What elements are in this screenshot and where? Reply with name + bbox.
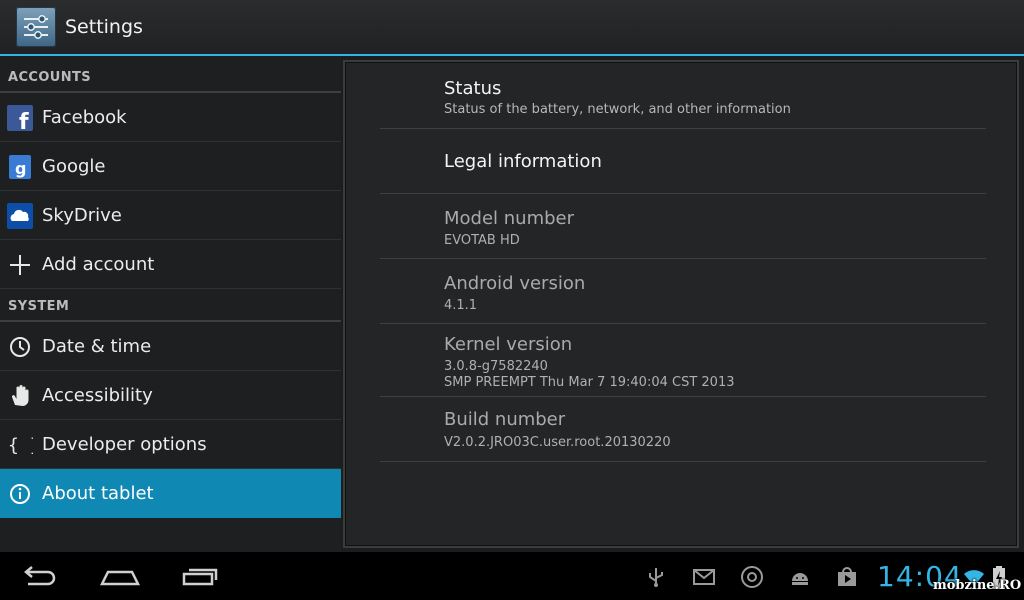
android-version-value: 4.1.1 [444, 298, 478, 313]
settings-sliders-icon[interactable] [16, 7, 56, 47]
sidebar-item-date-time[interactable]: Date & time [0, 322, 341, 371]
sidebar-item-accessibility[interactable]: Accessibility [0, 371, 341, 420]
sidebar-item-label: Date & time [42, 336, 152, 357]
legal-information-title: Legal information [444, 151, 602, 172]
sidebar-item-developer-options[interactable]: { } Developer options [0, 420, 341, 469]
google-icon: g [7, 154, 33, 180]
status-preference[interactable]: Status Status of the battery, network, a… [380, 62, 986, 129]
sidebar-item-skydrive[interactable]: SkyDrive [0, 191, 341, 240]
android-version-preference: Android version 4.1.1 [380, 259, 986, 324]
sidebar: ACCOUNTS f Facebook g Google SkyDrive Ad… [0, 56, 341, 552]
legal-information-preference[interactable]: Legal information [380, 129, 986, 194]
android-icon[interactable] [788, 565, 812, 589]
skydrive-icon [7, 203, 33, 229]
build-number-title: Build number [444, 409, 566, 430]
sidebar-item-google[interactable]: g Google [0, 142, 341, 191]
svg-text:f: f [19, 110, 29, 131]
facebook-icon: f [7, 105, 33, 135]
svg-text:{ }: { } [8, 435, 33, 456]
back-button[interactable] [18, 560, 62, 592]
sidebar-item-label: Google [42, 156, 106, 177]
kernel-version-line1: 3.0.8-g7582240 [444, 359, 548, 374]
chrome-icon[interactable] [740, 565, 764, 589]
build-number-value: V2.0.2.JRO03C.user.root.20130220 [444, 435, 671, 450]
app-title: Settings [65, 16, 143, 38]
recent-apps-button[interactable] [178, 560, 222, 592]
svg-text:g: g [15, 159, 26, 178]
sidebar-item-label: Facebook [42, 107, 127, 128]
usb-icon[interactable] [644, 565, 668, 589]
model-number-value: EVOTAB HD [444, 233, 520, 248]
system-section-header: SYSTEM [0, 289, 341, 322]
accounts-section-header: ACCOUNTS [0, 56, 341, 93]
sidebar-item-facebook[interactable]: f Facebook [0, 93, 341, 142]
braces-icon: { } [7, 432, 41, 458]
sidebar-item-label: Accessibility [42, 385, 153, 406]
android-version-title: Android version [444, 273, 586, 294]
system-bar: 14:04 [0, 552, 1024, 600]
sidebar-item-label: SkyDrive [42, 205, 122, 226]
hand-icon [7, 383, 33, 409]
action-bar: Settings [0, 0, 1024, 56]
plus-icon [7, 252, 33, 278]
info-icon [7, 481, 33, 507]
sidebar-item-label: Developer options [42, 434, 207, 455]
watermark: mobzine.RO [933, 578, 1022, 593]
build-number-preference[interactable]: Build number V2.0.2.JRO03C.user.root.201… [380, 397, 986, 462]
sidebar-item-about-tablet[interactable]: About tablet [0, 469, 341, 518]
gmail-icon[interactable] [692, 565, 716, 589]
sidebar-item-label: About tablet [42, 483, 154, 504]
sidebar-item-label: Add account [42, 254, 155, 275]
home-button[interactable] [98, 560, 142, 592]
kernel-version-title: Kernel version [444, 334, 573, 355]
status-title: Status [444, 78, 502, 99]
model-number-title: Model number [444, 208, 575, 229]
about-tablet-panel: Status Status of the battery, network, a… [343, 60, 1019, 548]
sidebar-item-add-account[interactable]: Add account [0, 240, 341, 289]
play-store-icon[interactable] [835, 565, 859, 589]
kernel-version-preference: Kernel version 3.0.8-g7582240 SMP PREEMP… [380, 324, 986, 397]
clock-icon [7, 334, 33, 360]
status-summary: Status of the battery, network, and othe… [444, 102, 791, 117]
kernel-version-line2: SMP PREEMPT Thu Mar 7 19:40:04 CST 2013 [444, 375, 735, 390]
model-number-preference: Model number EVOTAB HD [380, 194, 986, 259]
